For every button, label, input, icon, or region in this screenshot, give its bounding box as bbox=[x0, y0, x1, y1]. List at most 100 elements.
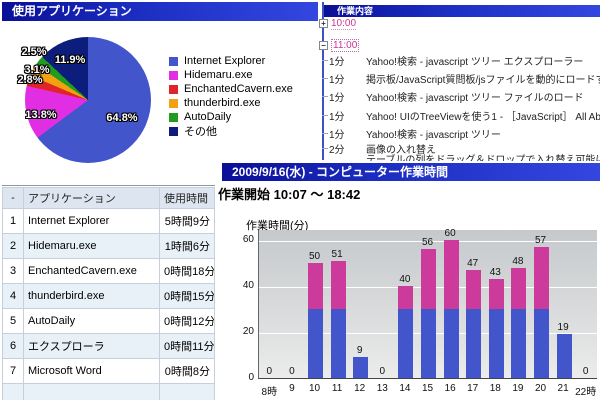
legend-label: Internet Explorer bbox=[184, 55, 265, 67]
bar-segment-extra bbox=[421, 249, 436, 309]
pie-percent-label: 11.9% bbox=[55, 54, 86, 66]
bar-value-label: 51 bbox=[322, 249, 352, 260]
time-cell bbox=[160, 384, 215, 400]
item-duration: 1分 bbox=[329, 127, 366, 140]
time-cell: 5時間9分 bbox=[160, 209, 215, 234]
bar-segment-extra bbox=[466, 270, 481, 309]
bar-segment-base bbox=[466, 309, 481, 378]
rank-cell: 3 bbox=[3, 259, 24, 284]
stacked-bar bbox=[444, 240, 459, 378]
bar-segment-extra bbox=[444, 240, 459, 309]
item-title: テーブルの列をドラッグ＆ドロップで入れ替え可能にするJav bbox=[366, 152, 600, 161]
stacked-bar bbox=[534, 247, 549, 378]
pie-panel-header: 使用アプリケーション bbox=[2, 2, 318, 21]
table-row bbox=[3, 384, 215, 400]
item-duration: 1分 bbox=[329, 54, 366, 67]
bar-value-label: 43 bbox=[480, 267, 510, 278]
pie-percent-label: 64.8% bbox=[106, 112, 137, 124]
worktime-chart-panel: 2009/9/16(水) - コンピューター作業時間 作業開始 10:07 ～ … bbox=[215, 161, 600, 400]
legend-label: thunderbird.exe bbox=[184, 97, 260, 109]
stacked-bar bbox=[557, 334, 572, 378]
legend-swatch-icon bbox=[169, 57, 178, 66]
application-header: アプリケーション bbox=[24, 188, 160, 209]
tree-branch-icon bbox=[322, 115, 328, 116]
worklog-item: 1分掲示板/JavaScript質問板/jsファイルを動的にロードするには bbox=[315, 72, 600, 85]
bar-value-label: 9 bbox=[345, 345, 375, 356]
table-row: 2Hidemaru.exe1時間6分 bbox=[3, 234, 215, 259]
bar-segment-extra bbox=[534, 247, 549, 309]
pie-legend: Internet Explorer Hidemaru.exe EnchantedCa… bbox=[169, 54, 293, 138]
stacked-bar bbox=[308, 263, 323, 378]
rank-cell: 1 bbox=[3, 209, 24, 234]
time-cell: 0時間15分 bbox=[160, 284, 215, 309]
app-cell: Microsoft Word bbox=[24, 359, 160, 384]
bar-segment-base bbox=[308, 309, 323, 378]
expand-icon[interactable]: + bbox=[319, 19, 328, 28]
tree-group: +10:00 bbox=[315, 17, 600, 30]
item-title: Yahoo! UIのTreeViewを使う1 - ［JavaScript］ Al… bbox=[366, 109, 600, 122]
bar-segment-extra bbox=[489, 279, 504, 309]
x-axis-tick-label: 22時 bbox=[570, 383, 600, 398]
bar-segment-base bbox=[534, 309, 549, 378]
bar-value-label: 19 bbox=[548, 322, 578, 333]
legend-swatch-icon bbox=[169, 85, 178, 94]
item-duration: 1分 bbox=[329, 72, 366, 85]
worklog-panel: 作業内容 +10:00−11:001分Yahoo!検索 - javascript… bbox=[315, 0, 600, 161]
legend-label: Hidemaru.exe bbox=[184, 69, 252, 81]
app-cell: EnchantedCavern.exe bbox=[24, 259, 160, 284]
bar-segment-extra bbox=[331, 261, 346, 309]
worklog-item: 1分Yahoo!検索 - javascript ツリー bbox=[315, 127, 600, 140]
chart-panel-title: 2009/9/16(水) - コンピューター作業時間 bbox=[232, 165, 448, 179]
worklog-item: テーブルの列をドラッグ＆ドロップで入れ替え可能にするJav bbox=[315, 152, 600, 161]
app-cell: Internet Explorer bbox=[24, 209, 160, 234]
app-cell bbox=[24, 384, 160, 400]
group-time-link[interactable]: 10:00 bbox=[331, 18, 356, 30]
legend-label: EnchantedCavern.exe bbox=[184, 83, 293, 95]
bar-segment-base bbox=[511, 309, 526, 378]
legend-label: AutoDaily bbox=[184, 111, 231, 123]
pie-percent-label: 13.8% bbox=[25, 109, 56, 121]
bar-segment-base bbox=[398, 309, 413, 378]
bar-segment-base bbox=[331, 309, 346, 378]
rank-cell bbox=[3, 384, 24, 400]
table-row: 1Internet Explorer5時間9分 bbox=[3, 209, 215, 234]
bar-segment-base bbox=[557, 334, 572, 378]
bar-value-label: 0 bbox=[571, 366, 600, 377]
pie-panel-title: 使用アプリケーション bbox=[12, 4, 132, 18]
app-cell: エクスプローラ bbox=[24, 334, 160, 359]
stacked-bar bbox=[421, 249, 436, 378]
item-duration: 1分 bbox=[329, 90, 366, 103]
legend-item: その他 bbox=[169, 124, 293, 138]
bar-value-label: 40 bbox=[390, 274, 420, 285]
collapse-icon[interactable]: − bbox=[319, 41, 328, 50]
table-row: 7Microsoft Word0時間8分 bbox=[3, 359, 215, 384]
worklog-item: 1分Yahoo!検索 - javascript ツリー エクスプローラー bbox=[315, 54, 600, 67]
bar-value-label: 60 bbox=[435, 228, 465, 239]
app-cell: Hidemaru.exe bbox=[24, 234, 160, 259]
tree-group: −11:00 bbox=[315, 39, 600, 52]
stacked-bar bbox=[398, 286, 413, 378]
bar-value-label: 0 bbox=[367, 366, 397, 377]
stacked-bar bbox=[331, 261, 346, 378]
app-cell: AutoDaily bbox=[24, 309, 160, 334]
stacked-bar bbox=[353, 357, 368, 378]
pie-percent-label: 2.5% bbox=[21, 46, 46, 58]
y-axis-tick-label: 0 bbox=[232, 372, 254, 383]
bar-value-label: 48 bbox=[503, 256, 533, 267]
group-time-link[interactable]: 11:00 bbox=[331, 39, 359, 52]
tree-branch-icon bbox=[322, 96, 328, 97]
y-axis-tick-label: 40 bbox=[232, 280, 254, 291]
legend-item: EnchantedCavern.exe bbox=[169, 82, 293, 96]
item-title: Yahoo!検索 - javascript ツリー ファイルのロード bbox=[366, 90, 584, 103]
stacked-bar bbox=[489, 279, 504, 378]
chart-panel-header: 2009/9/16(水) - コンピューター作業時間 bbox=[222, 163, 600, 181]
tree-branch-icon bbox=[322, 78, 328, 79]
item-title: 掲示板/JavaScript質問板/jsファイルを動的にロードするには bbox=[366, 72, 600, 85]
table-header-row: - アプリケーション 使用時間 bbox=[3, 188, 215, 209]
table-row: 6エクスプローラ0時間11分 bbox=[3, 334, 215, 359]
rank-cell: 2 bbox=[3, 234, 24, 259]
time-cell: 0時間12分 bbox=[160, 309, 215, 334]
worklog-item: 1分Yahoo!検索 - javascript ツリー ファイルのロード bbox=[315, 90, 600, 103]
bar-segment-base bbox=[444, 309, 459, 378]
tree-branch-icon bbox=[322, 133, 328, 134]
